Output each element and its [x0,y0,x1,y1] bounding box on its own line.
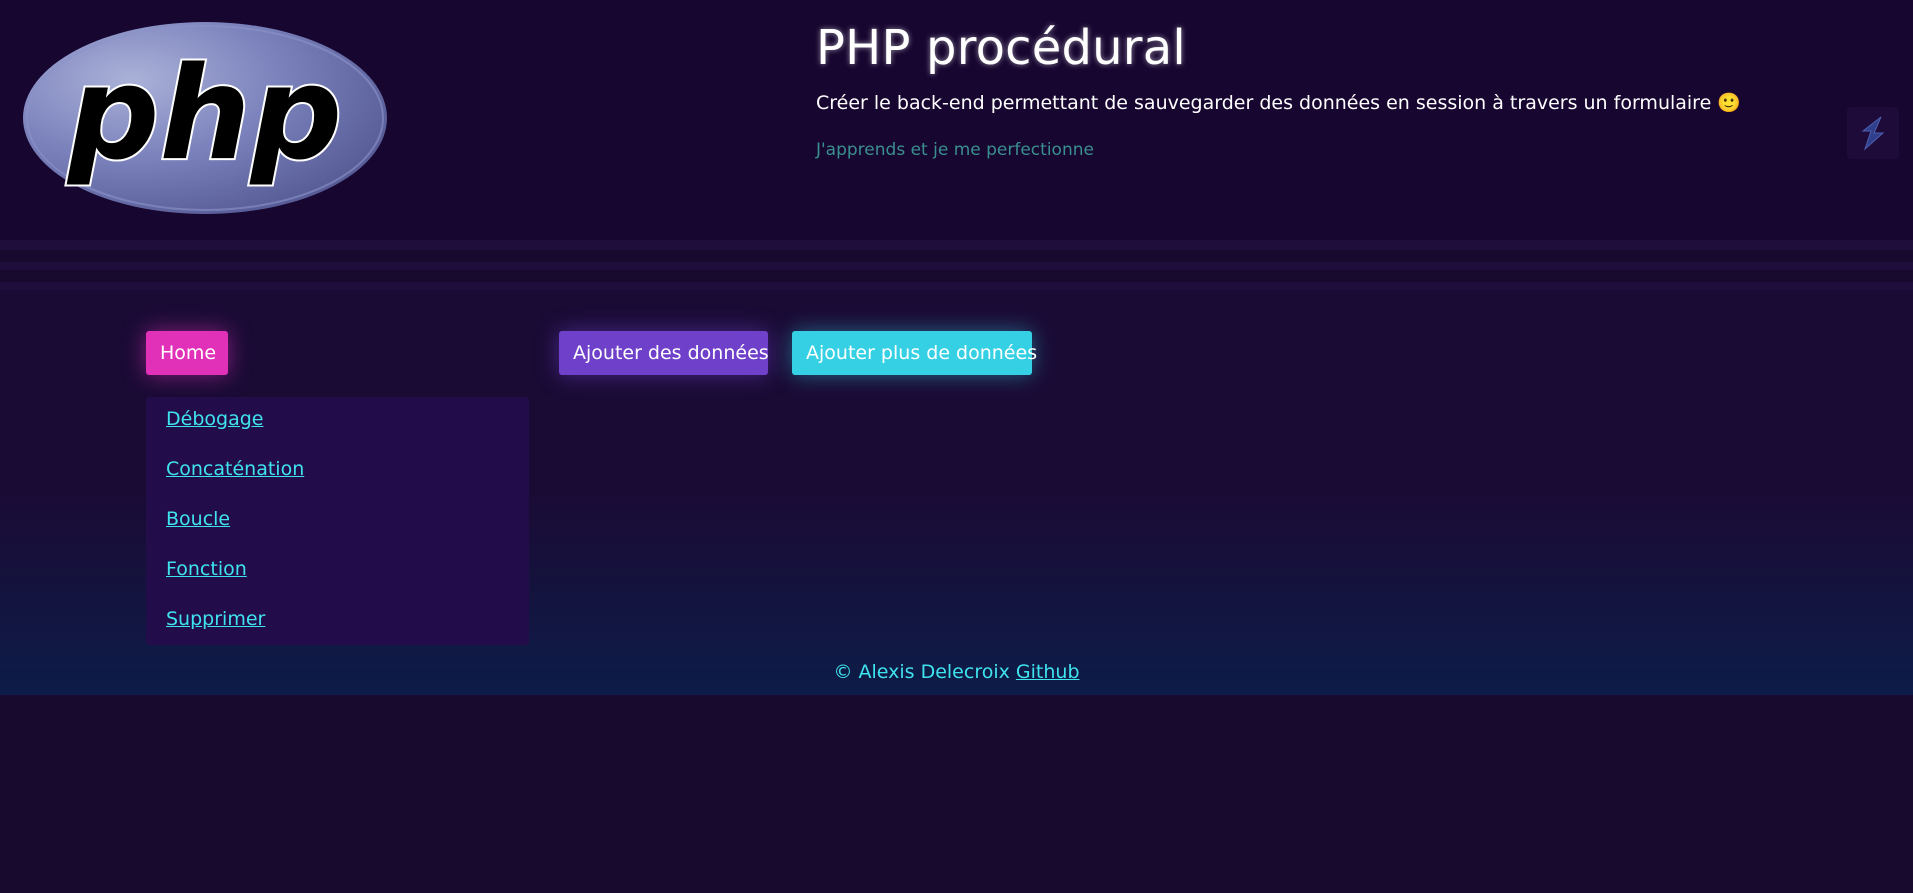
page-title: PHP procédural [816,20,1186,76]
php-logo: php [20,20,390,217]
page-tagline: J'apprends et je me perfectionne [816,140,1094,160]
sidebar-link-boucle[interactable]: Boucle [166,508,230,530]
footer-copyright: © Alexis Delecroix [833,661,1010,683]
sidebar: Débogage Concaténation Boucle Fonction S… [146,397,529,645]
sidebar-link-concatenation[interactable]: Concaténation [166,458,304,480]
smile-emoji-icon: 🙂 [1717,92,1741,114]
header-divider-3 [0,282,1913,290]
page-footer: © Alexis Delecroix Github [0,658,1913,686]
sidebar-item-boucle: Boucle [166,507,529,557]
sidebar-item-supprimer: Supprimer [166,607,529,657]
add-more-data-button[interactable]: Ajouter plus de données [792,331,1037,375]
sidebar-link-fonction[interactable]: Fonction [166,558,247,580]
add-data-button[interactable]: Ajouter des données [559,331,769,375]
footer-github-link[interactable]: Github [1016,661,1080,683]
home-button[interactable]: Home [146,331,228,375]
php-logo-text: php [66,40,342,189]
lightning-icon[interactable] [1847,107,1899,159]
sidebar-item-debogage: Débogage [166,407,529,457]
sidebar-item-concatenation: Concaténation [166,457,529,507]
page-subtitle: Créer le back-end permettant de sauvegar… [816,90,1741,116]
sidebar-link-supprimer[interactable]: Supprimer [166,608,265,630]
header-divider-2 [0,262,1913,270]
page-subtitle-text: Créer le back-end permettant de sauvegar… [816,92,1712,114]
sidebar-link-debogage[interactable]: Débogage [166,408,263,430]
sidebar-item-fonction: Fonction [166,557,529,607]
header-divider [0,240,1913,250]
page-header: php PHP procédural Créer le back-end per… [0,0,1913,240]
